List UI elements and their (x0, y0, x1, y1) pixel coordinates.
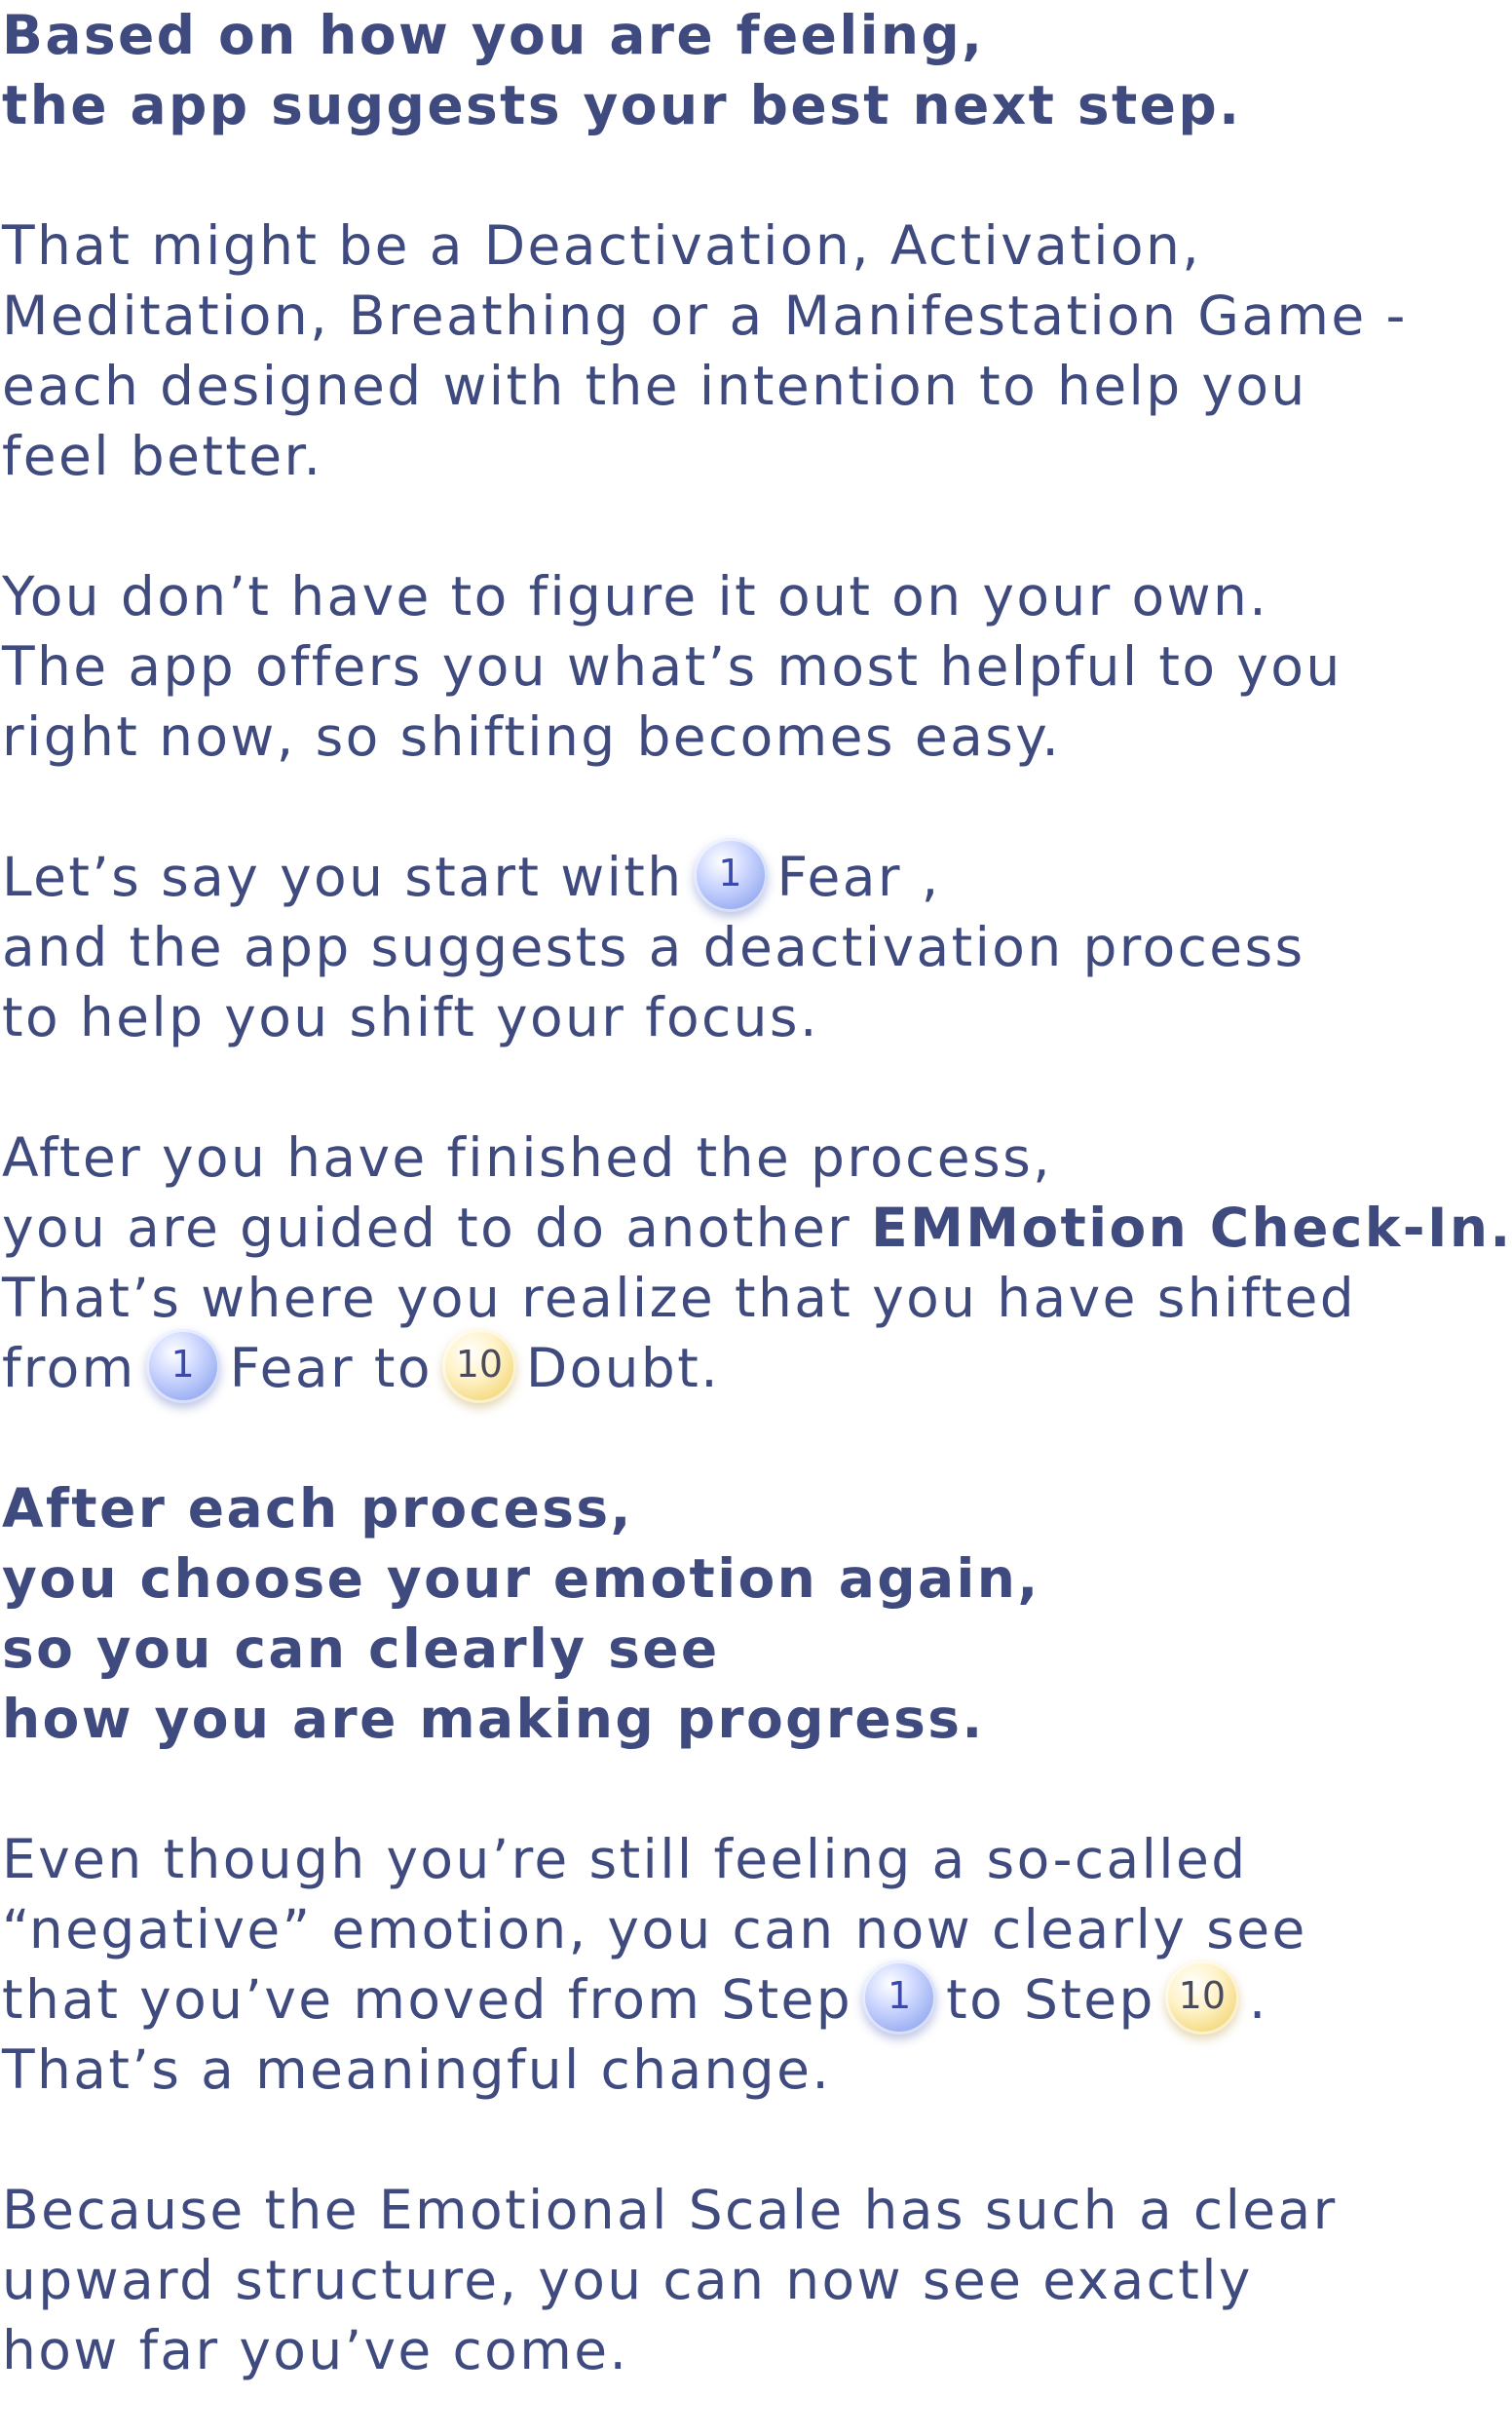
own-line-1: You don’t have to figure it out on your … (2, 565, 1269, 628)
own-paragraph: You don’t have to figure it out on your … (2, 561, 1342, 772)
step-1-badge: 1 (693, 837, 768, 912)
even-paragraph: Even though you’re still feeling a so-ca… (2, 1824, 1307, 2105)
options-line-1: That might be a Deactivation, Activation… (2, 214, 1202, 277)
options-line-4: feel better. (2, 425, 323, 487)
emmotion-check-in-text: EMMotion Check-In. (871, 1197, 1512, 1259)
each-line-4: how you are making progress. (2, 1688, 985, 1750)
each-line-3: so you can clearly see (2, 1617, 720, 1680)
own-line-3: right now, so shifting becomes easy. (2, 705, 1062, 768)
even-line-3-post: . (1248, 1968, 1268, 2031)
even-line-2: “negative” emotion, you can now clearly … (2, 1898, 1307, 1960)
example-line-3: to help you shift your focus. (2, 986, 819, 1048)
after-paragraph: After you have finished the process, you… (2, 1122, 1512, 1403)
intro-line-1: Based on how you are feeling, (2, 4, 985, 66)
even-line-3-pre: that you’ve moved from Step (2, 1968, 853, 2031)
even-line-1: Even though you’re still feeling a so-ca… (2, 1828, 1248, 1890)
even-line-3: that you’ve moved from Step 1 to Step 10. (2, 1959, 1307, 2035)
step-10-badge: 10 (1164, 1959, 1239, 2035)
scale-line-1: Because the Emotional Scale has such a c… (2, 2179, 1338, 2241)
own-line-2: The app offers you what’s most helpful t… (2, 635, 1342, 698)
after-line-2: you are guided to do another EMMotion Ch… (2, 1193, 1512, 1263)
after-line-4-post: Doubt. (525, 1337, 721, 1399)
example-line-2: and the app suggests a deactivation proc… (2, 916, 1305, 978)
options-line-2: Meditation, Breathing or a Manifestation… (2, 285, 1408, 347)
explainer-page: Based on how you are feeling, the app su… (0, 0, 1512, 2435)
step-1-badge: 1 (862, 1959, 937, 2035)
each-paragraph: After each process, you choose your emot… (2, 1473, 1040, 1754)
scale-line-3: how far you’ve come. (2, 2319, 629, 2381)
even-line-4: That’s a meaningful change. (2, 2038, 832, 2101)
after-line-4: from 1 Fear to 10 Doubt. (2, 1328, 1512, 1403)
example-paragraph: Let’s say you start with 1 Fear , and the … (2, 837, 1305, 1052)
after-line-3: That’s where you realize that you have s… (2, 1267, 1357, 1329)
example-line-1-post: Fear , (776, 846, 941, 908)
after-line-1: After you have finished the process, (2, 1126, 1053, 1189)
options-line-3: each designed with the intention to help… (2, 355, 1307, 417)
step-10-badge: 10 (441, 1328, 516, 1403)
even-line-3-mid: to Step (946, 1968, 1155, 2031)
intro-paragraph: Based on how you are feeling, the app su… (2, 0, 1241, 140)
after-line-2-pre: you are guided to do another (2, 1197, 852, 1259)
scale-line-2: upward structure, you can now see exactl… (2, 2249, 1253, 2311)
each-line-1: After each process, (2, 1477, 633, 1540)
scale-paragraph: Because the Emotional Scale has such a c… (2, 2175, 1338, 2385)
after-line-4-mid: Fear to (229, 1337, 433, 1399)
step-1-badge: 1 (145, 1328, 220, 1403)
example-line-1-pre: Let’s say you start with (2, 846, 684, 908)
example-line-1: Let’s say you start with 1 Fear , (2, 837, 1305, 912)
intro-line-2: the app suggests your best next step. (2, 74, 1242, 136)
options-paragraph: That might be a Deactivation, Activation… (2, 210, 1408, 491)
after-line-4-pre: from (2, 1337, 136, 1399)
each-line-2: you choose your emotion again, (2, 1547, 1040, 1610)
